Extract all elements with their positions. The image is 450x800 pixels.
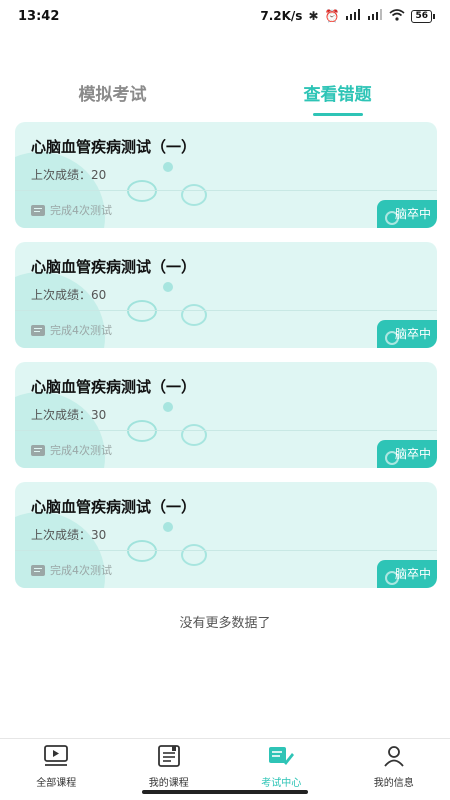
score-value: 30 <box>91 408 107 422</box>
category-tag: 脑卒中 <box>377 200 437 228</box>
score-label: 上次成绩： <box>31 408 92 422</box>
exam-tabs: 模拟考试 查看错题 <box>0 76 450 116</box>
card-decoration <box>163 402 173 412</box>
card-divider <box>15 430 437 431</box>
score-value: 20 <box>91 168 107 182</box>
card-decoration <box>127 420 157 442</box>
card-score: 上次成绩：30 <box>31 526 106 543</box>
net-speed: 7.2K/s <box>260 9 303 23</box>
status-time: 13:42 <box>18 8 60 24</box>
nav-my-info[interactable]: 我的信息 <box>344 739 444 789</box>
nav-my-courses-label: 我的课程 <box>148 778 189 789</box>
card-footer: 完成4次测试 <box>31 202 112 218</box>
tab-mock-exam-label: 模拟考试 <box>78 85 147 105</box>
card-footer: 完成4次测试 <box>31 562 112 578</box>
card-footer: 完成4次测试 <box>31 442 112 458</box>
document-list-icon <box>31 444 45 456</box>
card-score: 上次成绩：60 <box>31 286 106 303</box>
nav-my-info-label: 我的信息 <box>373 778 414 789</box>
tab-mock-exam[interactable]: 模拟考试 <box>53 76 173 116</box>
status-bar: 13:42 7.2K/s ✱ ⏰ 56 <box>0 0 450 32</box>
no-more-data-text: 没有更多数据了 <box>179 616 271 631</box>
tab-wrong-questions[interactable]: 查看错题 <box>278 76 398 116</box>
card-decoration <box>163 162 173 172</box>
card-decoration <box>163 282 173 292</box>
category-tag: 脑卒中 <box>377 440 437 468</box>
score-value: 30 <box>91 528 107 542</box>
exam-card[interactable]: 心脑血管疾病测试（一） 上次成绩：60 完成4次测试 脑卒中 <box>15 242 437 348</box>
bottom-nav: 全部课程 我的课程 考试中心 我的信息 <box>0 738 450 789</box>
exam-card-list: 心脑血管疾病测试（一） 上次成绩：20 完成4次测试 脑卒中 心脑血管疾病测试（… <box>15 122 437 602</box>
active-tab-indicator <box>312 113 363 116</box>
card-score: 上次成绩：20 <box>31 166 106 183</box>
card-footer: 完成4次测试 <box>31 322 112 338</box>
test-count: 完成4次测试 <box>50 324 112 337</box>
card-divider <box>15 310 437 311</box>
category-tag-label: 脑卒中 <box>394 567 431 581</box>
document-list-icon <box>31 204 45 216</box>
card-decoration <box>127 300 157 322</box>
exam-edit-icon <box>268 745 295 771</box>
nav-my-courses[interactable]: 我的课程 <box>119 739 219 789</box>
home-indicator[interactable] <box>142 790 308 794</box>
bluetooth-icon: ✱ <box>308 9 319 23</box>
exam-card[interactable]: 心脑血管疾病测试（一） 上次成绩：20 完成4次测试 脑卒中 <box>15 122 437 228</box>
document-list-icon <box>31 564 45 576</box>
notebook-icon <box>157 745 181 771</box>
document-list-icon <box>31 324 45 336</box>
card-title: 心脑血管疾病测试（一） <box>31 378 197 396</box>
signal-hd-icon <box>345 9 361 23</box>
score-label: 上次成绩： <box>31 528 92 542</box>
nav-all-courses[interactable]: 全部课程 <box>6 739 106 789</box>
card-decoration <box>127 540 157 562</box>
category-tag: 脑卒中 <box>377 560 437 588</box>
category-tag-label: 脑卒中 <box>394 447 431 461</box>
card-title: 心脑血管疾病测试（一） <box>31 138 197 156</box>
nav-exam-center-label: 考试中心 <box>261 778 302 789</box>
nav-all-courses-label: 全部课程 <box>36 778 77 789</box>
test-count: 完成4次测试 <box>50 564 112 577</box>
status-icons: 7.2K/s ✱ ⏰ 56 <box>260 8 435 24</box>
card-title: 心脑血管疾病测试（一） <box>31 258 197 276</box>
card-divider <box>15 190 437 191</box>
card-decoration <box>181 424 207 446</box>
test-count: 完成4次测试 <box>50 204 112 217</box>
card-decoration <box>181 184 207 206</box>
score-label: 上次成绩： <box>31 168 92 182</box>
video-book-icon <box>43 745 69 771</box>
exam-card[interactable]: 心脑血管疾病测试（一） 上次成绩：30 完成4次测试 脑卒中 <box>15 482 437 588</box>
battery-icon: 56 <box>411 9 435 23</box>
tab-wrong-questions-label: 查看错题 <box>303 85 372 105</box>
card-decoration <box>127 180 157 202</box>
card-decoration <box>181 304 207 326</box>
score-value: 60 <box>91 288 107 302</box>
wifi-icon <box>389 8 405 24</box>
test-count: 完成4次测试 <box>50 444 112 457</box>
person-icon <box>382 745 406 771</box>
card-decoration <box>163 522 173 532</box>
card-title: 心脑血管疾病测试（一） <box>31 498 197 516</box>
card-score: 上次成绩：30 <box>31 406 106 423</box>
category-tag-label: 脑卒中 <box>394 207 431 221</box>
card-divider <box>15 550 437 551</box>
category-tag-label: 脑卒中 <box>394 327 431 341</box>
category-tag: 脑卒中 <box>377 320 437 348</box>
signal-icon <box>367 9 383 23</box>
exam-card[interactable]: 心脑血管疾病测试（一） 上次成绩：30 完成4次测试 脑卒中 <box>15 362 437 468</box>
score-label: 上次成绩： <box>31 288 92 302</box>
alarm-icon: ⏰ <box>324 9 340 23</box>
nav-exam-center[interactable]: 考试中心 <box>231 739 331 789</box>
card-decoration <box>181 544 207 566</box>
